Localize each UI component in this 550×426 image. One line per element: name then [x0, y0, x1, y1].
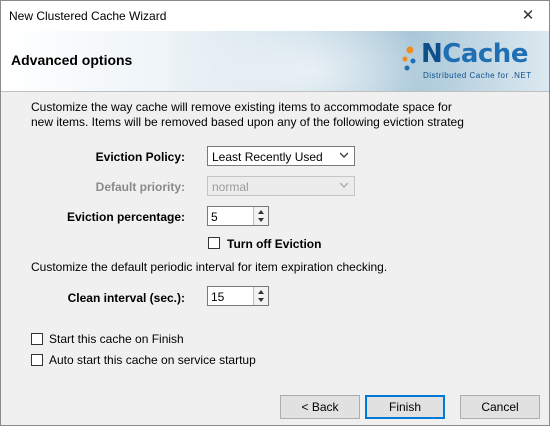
- finish-button[interactable]: Finish: [365, 395, 445, 419]
- start-on-finish-checkbox[interactable]: [31, 333, 43, 345]
- clean-interval-value: 15: [211, 290, 225, 304]
- default-priority-label: Default priority:: [95, 180, 185, 194]
- turn-off-eviction-checkbox[interactable]: [208, 237, 220, 249]
- window-title: New Clustered Cache Wizard: [9, 9, 167, 23]
- chevron-down-icon: [340, 182, 348, 188]
- wizard-header: Advanced options NCache Distributed Cach…: [1, 31, 549, 92]
- eviction-policy-label: Eviction Policy:: [95, 150, 185, 164]
- eviction-percentage-label: Eviction percentage:: [66, 210, 185, 224]
- eviction-policy-value: Least Recently Used: [212, 150, 323, 164]
- eviction-policy-dropdown[interactable]: Least Recently Used: [207, 146, 355, 166]
- turn-off-eviction-label[interactable]: Turn off Eviction: [227, 237, 321, 251]
- interval-description: Customize the default periodic interval …: [31, 260, 388, 274]
- ncache-logo: NCache Distributed Cache for .NET: [401, 39, 541, 85]
- spinner-arrows: [253, 207, 268, 225]
- auto-start-label[interactable]: Auto start this cache on service startup: [49, 353, 256, 367]
- page-title: Advanced options: [11, 52, 133, 68]
- arrow-down-icon: [258, 218, 264, 222]
- spin-down-button[interactable]: [254, 296, 268, 305]
- auto-start-checkbox[interactable]: [31, 354, 43, 366]
- logo-wordmark: NCache: [421, 39, 528, 69]
- wizard-window: New Clustered Cache Wizard ✕ Advanced op…: [0, 0, 550, 426]
- arrow-up-icon: [258, 210, 264, 214]
- clean-interval-label: Clean interval (sec.):: [67, 291, 185, 305]
- eviction-description: Customize the way cache will remove exis…: [31, 100, 531, 130]
- back-button[interactable]: < Back: [280, 395, 360, 419]
- start-on-finish-label[interactable]: Start this cache on Finish: [49, 332, 184, 346]
- logo-subtitle: Distributed Cache for .NET: [423, 71, 532, 80]
- default-priority-value: normal: [212, 180, 249, 194]
- eviction-percentage-value: 5: [211, 210, 218, 224]
- logo-dots-icon: [402, 46, 416, 71]
- chevron-down-icon: [340, 152, 348, 158]
- spin-down-button[interactable]: [254, 216, 268, 225]
- spinner-arrows: [253, 287, 268, 305]
- title-bar: New Clustered Cache Wizard ✕: [1, 1, 549, 31]
- eviction-percentage-spinner[interactable]: 5: [207, 206, 269, 226]
- eviction-description-line1: Customize the way cache will remove exis…: [31, 100, 452, 114]
- arrow-down-icon: [258, 298, 264, 302]
- clean-interval-spinner[interactable]: 15: [207, 286, 269, 306]
- close-icon[interactable]: ✕: [513, 4, 543, 28]
- default-priority-dropdown[interactable]: normal: [207, 176, 355, 196]
- arrow-up-icon: [258, 290, 264, 294]
- wizard-content: Customize the way cache will remove exis…: [1, 92, 549, 425]
- cancel-button[interactable]: Cancel: [460, 395, 540, 419]
- eviction-description-line2: new items. Items will be removed based u…: [31, 115, 464, 129]
